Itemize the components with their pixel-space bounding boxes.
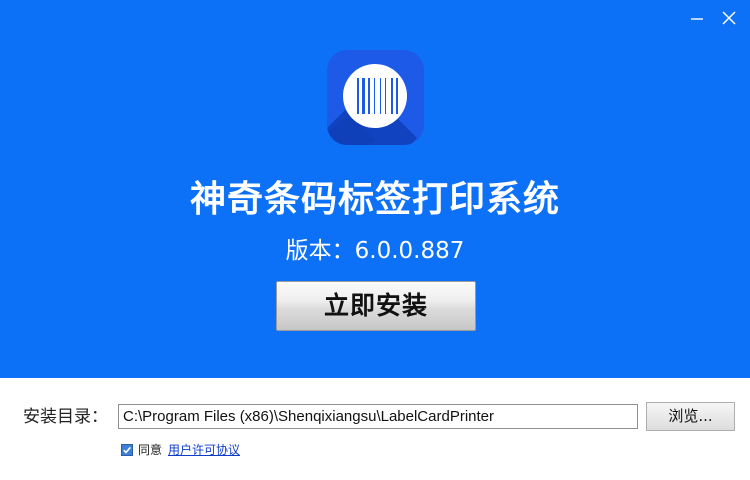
install-path-input[interactable] — [118, 404, 638, 429]
version-row: 版本：6.0.0.887 — [0, 235, 750, 267]
barcode-icon — [327, 50, 424, 145]
browse-button[interactable]: 浏览... — [646, 402, 735, 431]
minimize-button[interactable] — [688, 8, 708, 28]
agree-checkbox[interactable] — [121, 444, 133, 456]
barcode-stripe — [368, 78, 370, 114]
minimize-icon — [691, 18, 703, 20]
installer-window: 神奇条码标签打印系统 版本：6.0.0.887 立即安装 安装目录： 浏览...… — [0, 0, 750, 480]
checkmark-icon — [123, 446, 132, 454]
barcode-stripe — [362, 78, 365, 114]
version-label: 版本： — [285, 238, 355, 264]
barcode-stripe — [396, 78, 398, 114]
app-title: 神奇条码标签打印系统 — [189, 179, 560, 220]
app-logo — [327, 50, 424, 145]
version-value: 6.0.0.887 — [354, 238, 465, 264]
barcode-stripe — [357, 78, 359, 114]
barcode-stripe — [374, 78, 375, 114]
license-agreement-link[interactable]: 用户许可协议 — [168, 441, 240, 459]
agree-label: 同意 — [138, 443, 163, 457]
install-dir-label: 安装目录： — [23, 407, 108, 427]
barcode-stripe — [385, 78, 386, 114]
barcode-stripe — [380, 78, 381, 114]
close-icon — [722, 11, 736, 25]
hero-banner: 神奇条码标签打印系统 版本：6.0.0.887 立即安装 — [0, 0, 750, 378]
install-now-button[interactable]: 立即安装 — [276, 281, 476, 331]
close-button[interactable] — [719, 8, 739, 28]
barcode-stripe — [391, 78, 393, 114]
